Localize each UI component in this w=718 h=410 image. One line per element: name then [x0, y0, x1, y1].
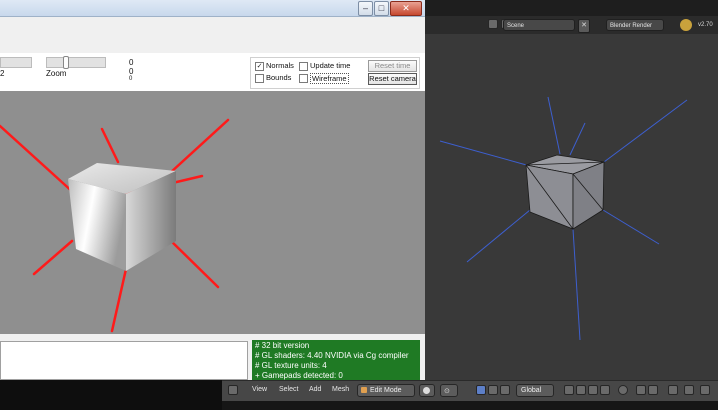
mode-icon [361, 387, 367, 393]
close-button[interactable]: ✕ [390, 1, 422, 16]
maximize-button[interactable]: □ [374, 1, 389, 16]
left-slider-track[interactable] [0, 57, 32, 68]
scene-selector[interactable]: Scene [503, 19, 575, 31]
layer-icon[interactable] [700, 385, 710, 395]
console-line: # 32 bit version [255, 341, 310, 350]
rotate-icon[interactable] [500, 385, 510, 395]
zoom-slider-thumb[interactable] [63, 56, 69, 69]
wire-cube-scene [439, 96, 688, 341]
translate-icon[interactable] [488, 385, 498, 395]
minimize-button[interactable]: – [358, 1, 373, 16]
shaded-cube-scene [0, 118, 230, 333]
window-titlebar[interactable]: – □ ✕ [0, 0, 425, 17]
mode-dropdown[interactable]: Edit Mode [357, 384, 415, 397]
log-textbox[interactable] [0, 341, 248, 380]
version-label: v2.70 [698, 22, 713, 28]
snap-toggle-icon[interactable] [636, 385, 646, 395]
normals-label: Normals [266, 61, 294, 70]
menu-view[interactable]: View [252, 386, 267, 393]
render-engine-dropdown[interactable]: Blender Render [606, 19, 664, 31]
editor-type-icon[interactable] [488, 19, 498, 29]
reset-camera-button[interactable]: Reset camera [368, 73, 417, 85]
transform-orientation-dropdown[interactable]: Global [516, 384, 554, 397]
render-preview-icon[interactable] [668, 385, 678, 395]
value-readout-2: 0 [129, 67, 134, 76]
manipulator-toggle-icon[interactable] [476, 385, 486, 395]
value-readout-3: 0 [129, 76, 133, 82]
bounds-label: Bounds [266, 73, 292, 82]
menu-select[interactable]: Select [279, 386, 298, 393]
blender-3d-view-header: View Select Add Mesh Edit Mode ⊙ Global [222, 380, 718, 401]
mode-label: Edit Mode [370, 387, 402, 394]
taskbar-dark-area [0, 380, 222, 410]
proportional-edit-icon[interactable] [618, 385, 628, 395]
blender-3d-viewport[interactable] [425, 34, 718, 380]
face-select-icon[interactable] [588, 385, 598, 395]
console-line: # GL shaders: 4.40 NVIDIA via Cg compile… [255, 351, 409, 360]
console-output: # 32 bit version # GL shaders: 4.40 NVID… [252, 340, 420, 380]
zoom-slider[interactable] [46, 56, 106, 69]
blender-bottom-edge [222, 400, 718, 410]
display-options-group: ✓ Normals Update time Bounds Wireframe R… [250, 57, 420, 89]
snap-element-icon[interactable] [648, 385, 658, 395]
vertex-select-icon[interactable] [564, 385, 574, 395]
menu-add[interactable]: Add [309, 386, 321, 393]
cube-front-face [68, 179, 126, 271]
update-time-label: Update time [310, 61, 351, 70]
wireframe-checkbox[interactable] [299, 74, 308, 83]
zoom-label: Zoom [46, 69, 67, 78]
viewport-shading-dropdown[interactable] [419, 384, 435, 397]
scene-close-icon[interactable]: ✕ [578, 19, 590, 33]
blender-top-strip [425, 0, 718, 16]
toolbar-panel [0, 17, 425, 53]
console-line: # GL texture units: 4 [255, 361, 327, 370]
wireframe-label: Wireframe [310, 73, 349, 84]
update-time-checkbox[interactable] [299, 62, 308, 71]
pivot-icon: ⊙ [444, 388, 450, 395]
occlude-geometry-icon[interactable] [600, 385, 610, 395]
edge-select-icon[interactable] [576, 385, 586, 395]
opengl-render-icon[interactable] [684, 385, 694, 395]
menu-mesh[interactable]: Mesh [332, 386, 349, 393]
cube-side-face [572, 161, 605, 230]
orientation-label: Global [521, 387, 542, 394]
3d-preview-viewport[interactable] [0, 91, 425, 334]
reset-time-button[interactable]: Reset time [368, 60, 417, 72]
pivot-point-dropdown[interactable]: ⊙ [440, 384, 458, 397]
slider-side-label: 2 [0, 69, 5, 78]
shading-sphere-icon [423, 387, 430, 394]
editor-type-icon[interactable] [228, 385, 238, 395]
value-readout-1: 0 [129, 58, 134, 67]
blender-logo-icon [680, 19, 692, 31]
bounds-checkbox[interactable] [255, 74, 264, 83]
normals-checkbox[interactable]: ✓ [255, 62, 264, 71]
